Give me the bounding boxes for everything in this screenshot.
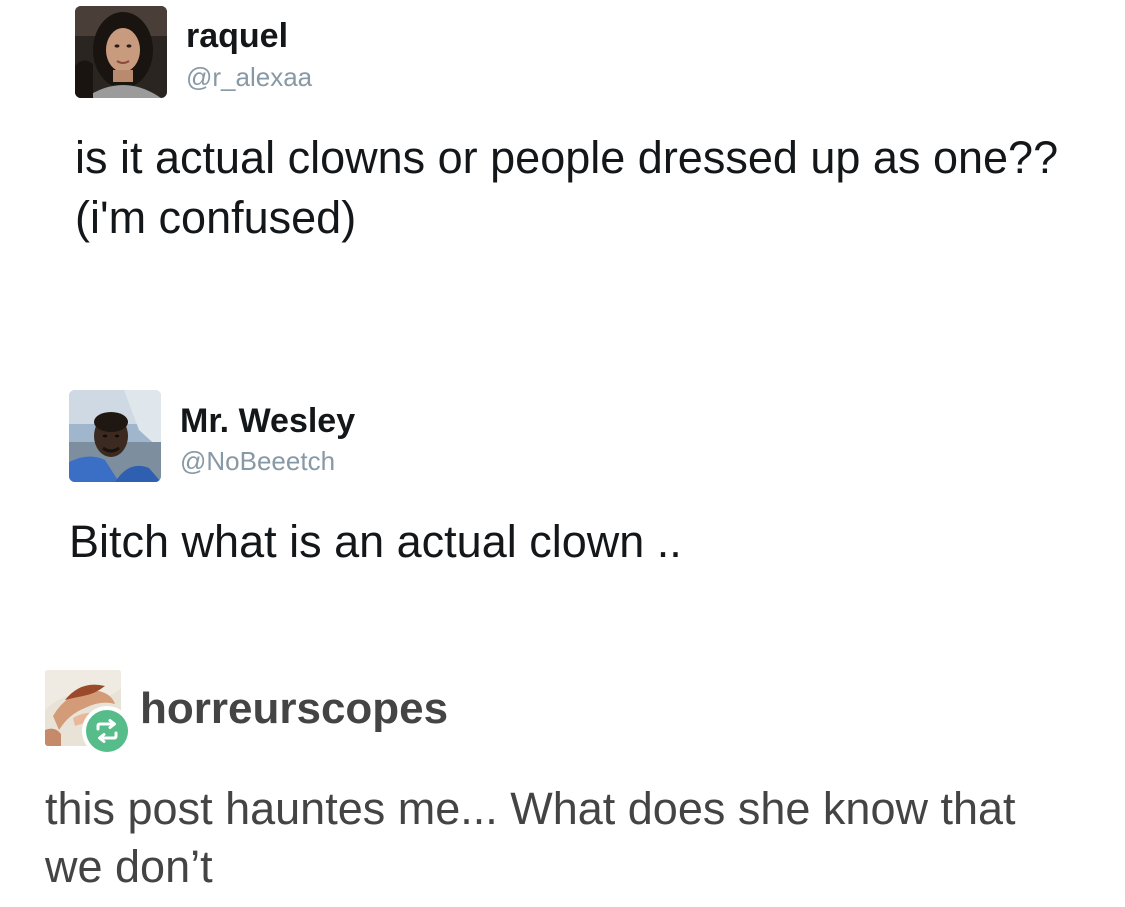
avatar-raquel[interactable] [75, 6, 167, 98]
reblog-icon [86, 710, 128, 752]
reblog-username[interactable]: horreurscopes [140, 684, 448, 734]
display-name[interactable]: raquel [186, 17, 288, 56]
reblog-comment: this post hauntes me... What does she kn… [45, 783, 1016, 892]
tweet-text: Bitch what is an actual clown .. [69, 516, 682, 567]
display-name[interactable]: Mr. Wesley [180, 402, 355, 441]
profile-photo-woman-icon [75, 6, 167, 98]
avatar-mr-wesley[interactable] [69, 390, 161, 482]
user-handle[interactable]: @r_alexaa [186, 62, 312, 93]
reblog-badge [82, 706, 132, 756]
tweet-text: is it actual clowns or people dressed up… [75, 132, 1059, 243]
user-handle[interactable]: @NoBeeetch [180, 446, 335, 477]
profile-photo-man-icon [69, 390, 161, 482]
